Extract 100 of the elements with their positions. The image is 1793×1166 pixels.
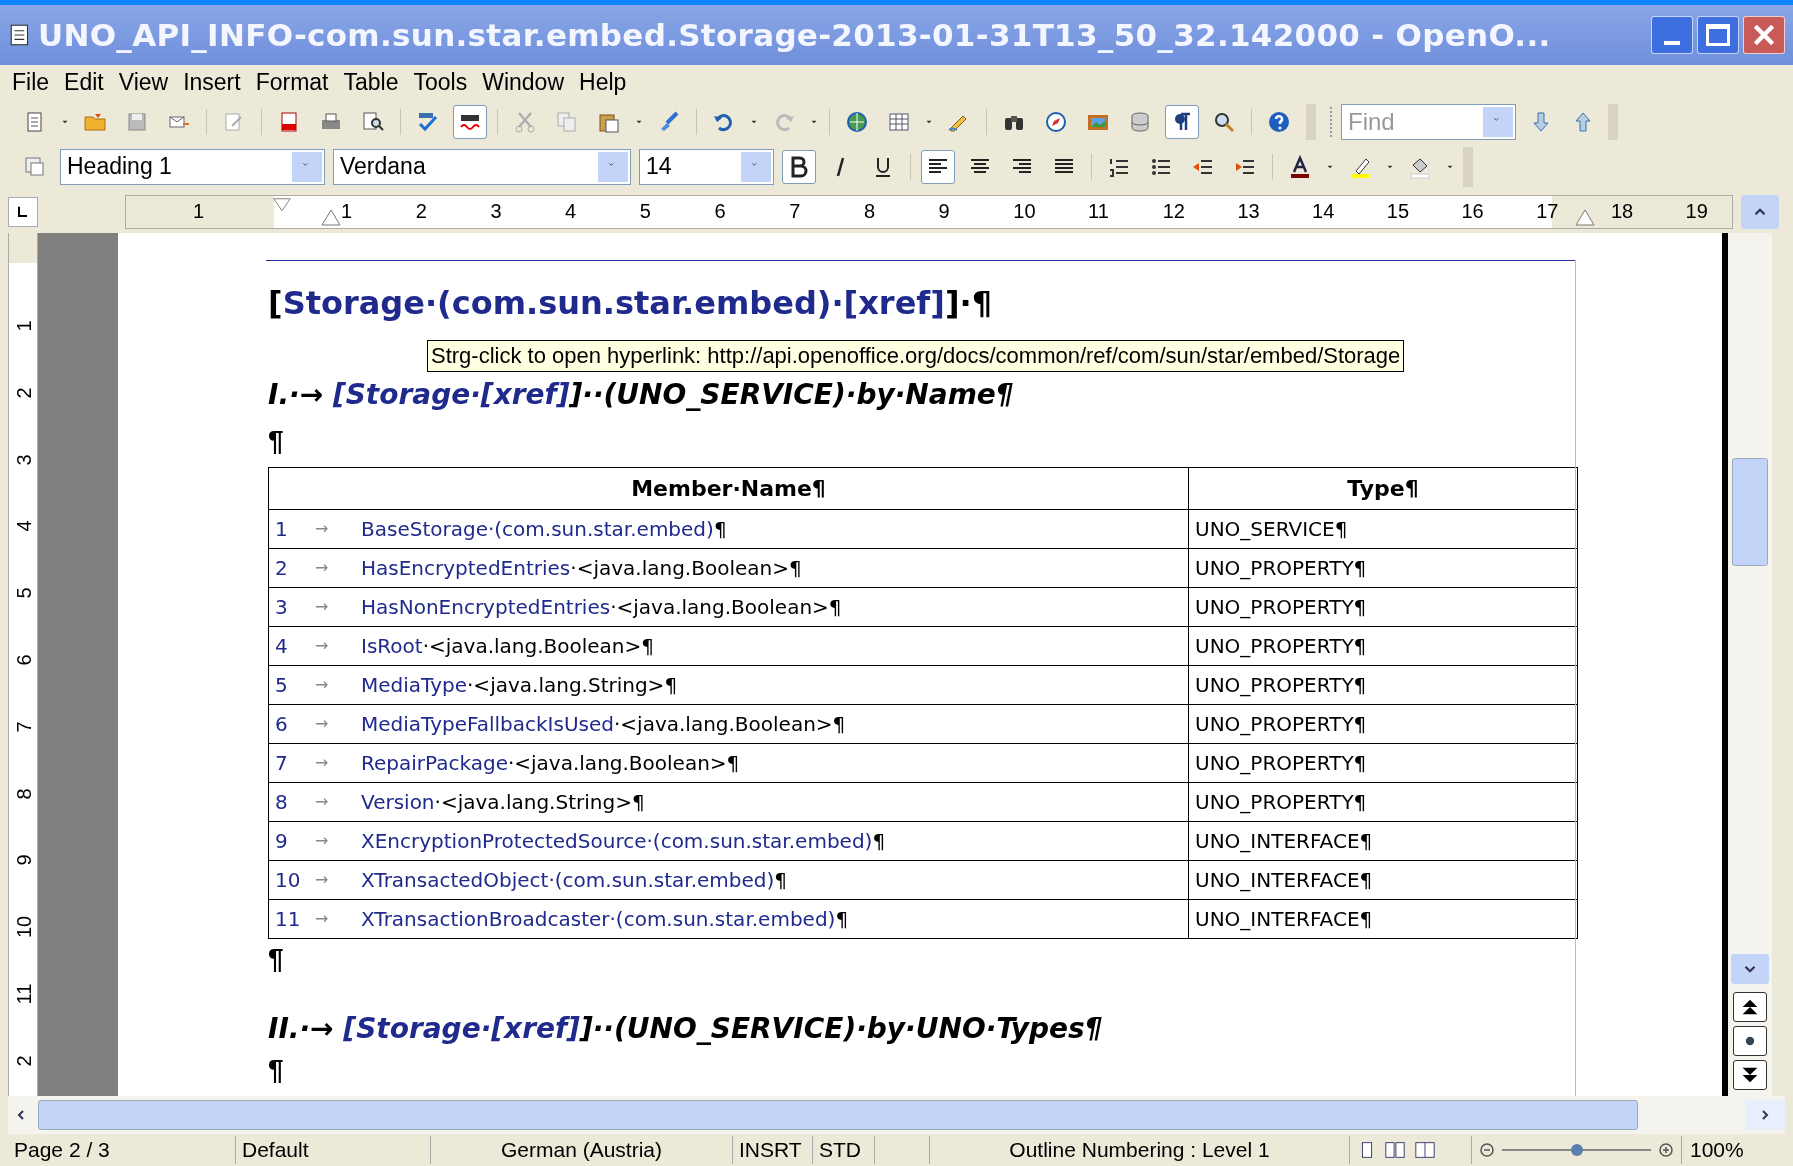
ruler-number: 2 [415,199,427,222]
formatting-marks-button[interactable] [1165,104,1199,139]
bold-button[interactable] [782,149,816,184]
member-type: ·<java.lang.Boolean>¶ [613,711,846,738]
toolbar-overflow-handle[interactable] [1608,103,1618,140]
tab-arrow: → [315,869,330,891]
vertical-ruler[interactable]: 1 2 3 4 5 6 7 8 9 10 11 2 [8,233,38,1096]
ruler-number: 16 [1461,199,1484,222]
tab-type-button[interactable] [8,196,38,227]
menu-item[interactable]: File [6,65,56,100]
zoom-out-icon[interactable] [1478,1141,1496,1159]
ruler-number: 3 [490,199,502,222]
heading: [Storage·(com.sun.star.embed)·[xref]]·¶ [268,283,993,324]
navigator-button[interactable] [1733,1026,1767,1056]
scroll-thumb[interactable] [1732,458,1768,566]
slider-thumb[interactable] [1570,1144,1583,1156]
find-combobox[interactable]: Find [1341,103,1516,140]
menu-item[interactable]: Table [337,65,405,100]
row-number: 2 [275,555,289,582]
selection-mode: STD [819,1137,861,1164]
toolbar-overflow-handle[interactable] [1463,146,1473,187]
row-number: 8 [275,789,289,816]
table-cell: UNO_PROPERTY¶ [1188,548,1578,588]
ruler-number: 5 [14,586,34,601]
previous-page-button[interactable] [1733,992,1767,1022]
member-type: ¶ [774,867,788,894]
tab-arrow: → [315,791,330,813]
hyperlink[interactable]: XTransactionBroadcaster·(com.sun.star.embed) [361,904,836,934]
font-name-dropdown[interactable]: Verdana [333,148,631,185]
ruler-number: 13 [1237,199,1260,222]
menu-item[interactable]: Edit [58,65,110,100]
page-count: Page 2 / 3 [14,1137,110,1164]
zoom-slider[interactable] [1502,1142,1651,1158]
member-type: ·<java.lang.String>¶ [467,672,678,699]
ruler-number: 7 [14,720,34,735]
tab-arrow: → [315,713,330,735]
ruler-number: 3 [14,453,34,468]
menu-item[interactable]: Tools [407,65,474,100]
paragraph-style-dropdown[interactable]: Heading 1 [60,148,325,185]
font-size-dropdown[interactable]: 14 [639,148,774,185]
horizontal-ruler[interactable]: 1 1 2 3 4 5 6 7 8 9 10 11 12 13 14 15 16 17 18 19 [125,194,1733,229]
hyperlink[interactable]: XTransactedObject·(com.sun.star.embed) [361,865,775,895]
hyperlink[interactable]: HasEncryptedEntries [361,553,571,583]
hyperlink[interactable]: MediaTypeFallbackIsUsed [361,709,614,739]
table-cell: UNO_PROPERTY¶ [1188,665,1578,705]
ruler-number: 10 [14,916,34,939]
insert-mode: INSRT [739,1137,802,1164]
maximize-button[interactable] [1697,16,1739,54]
menu-item[interactable]: Format [249,65,335,100]
toolbar-overflow-handle[interactable] [1306,103,1316,140]
hyperlink[interactable]: [Storage·[xref] [332,378,570,411]
minimize-button[interactable] [1651,16,1693,54]
two-pages-icon[interactable] [1382,1139,1408,1161]
menu-item[interactable]: View [112,65,175,100]
ruler-number: 11 [14,983,34,1005]
hyperlink[interactable]: IsRoot [361,631,423,661]
globe-icon [845,109,869,134]
row-number: 10 [275,867,302,894]
ruler-number: 4 [14,519,34,534]
ruler-number: 9 [14,853,34,868]
ruler-margin [9,233,37,263]
scroll-thumb[interactable] [38,1100,1638,1130]
hyperlink[interactable]: BaseStorage·(com.sun.star.embed) [361,514,714,544]
column-header: Type¶ [1188,467,1578,510]
ruler-number: 6 [714,199,726,222]
zoom-in-icon[interactable] [1657,1141,1675,1159]
menu-item[interactable]: Help [573,65,633,100]
hyperlink[interactable]: RepairPackage [361,748,508,778]
hyperlink[interactable]: Version [361,787,435,817]
hyperlink[interactable]: MediaType [361,670,467,700]
next-page-button[interactable] [1733,1060,1767,1090]
close-icon [1751,22,1777,48]
find-field[interactable]: Find [1342,103,1462,140]
member-type: ·<java.lang.Boolean>¶ [507,750,740,777]
menu-item[interactable]: Window [476,65,570,100]
font-size-value: 14 [645,152,672,182]
align-left-button[interactable] [921,149,955,184]
hyperlink[interactable]: [Storage·[xref] [343,1012,580,1045]
hyperlink[interactable]: XEncryptionProtectedSource·(com.sun.star.embed) [361,826,873,856]
hyperlink[interactable]: Storage·(com.sun.star.embed)·[xref] [282,284,945,322]
ruler-number: 14 [1312,199,1335,222]
ruler-number: 9 [938,199,950,222]
copy-icon [555,109,579,134]
tab-arrow: → [315,557,330,579]
table-cell: UNO_PROPERTY¶ [1188,743,1578,783]
toolbar-grip[interactable] [1330,106,1333,137]
horizontal-scrollbar[interactable] [8,1096,1785,1134]
autospellcheck-button[interactable] [453,104,487,139]
close-button[interactable] [1743,16,1785,54]
scroll-down-button[interactable] [1731,954,1769,984]
book-view-icon[interactable] [1412,1139,1438,1161]
ruler-number: 18 [1610,199,1634,222]
hyperlink[interactable]: HasNonEncryptedEntries [361,592,611,622]
row-number: 9 [275,828,289,855]
tooltip: Strg-click to open hyperlink: http://api.openoffice.org/docs/common/ref/com/sun/star/embed/Storage [427,340,1405,372]
vertical-scrollbar[interactable] [1728,233,1772,1096]
ruler-number: 8 [14,787,34,802]
column-header: Member·Name¶ [268,467,1189,510]
ruler-number: 2 [14,386,34,401]
menu-item[interactable]: Insert [177,65,247,100]
